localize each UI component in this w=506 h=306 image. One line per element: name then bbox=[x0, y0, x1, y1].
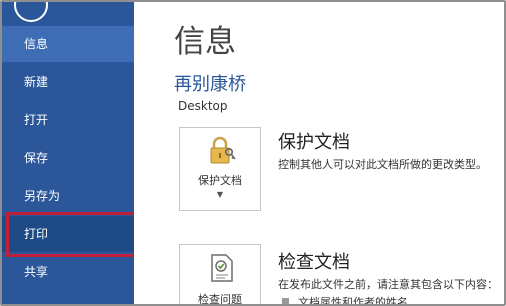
inspect-sub-item: 文档属性和作者的姓名 bbox=[298, 296, 408, 306]
document-name: 再别康桥 bbox=[174, 74, 246, 95]
caret-down-icon: ▼ bbox=[216, 190, 224, 199]
nav-item-label: 信息 bbox=[24, 37, 49, 51]
lock-key-icon bbox=[210, 136, 236, 164]
bullet-marker bbox=[282, 298, 289, 304]
nav-item-info[interactable]: 信息 bbox=[2, 26, 134, 62]
protect-document-button[interactable]: 保护文档 ▼ bbox=[179, 127, 261, 211]
back-arrow-icon[interactable] bbox=[14, 2, 48, 22]
inspect-document-icon bbox=[211, 254, 233, 282]
nav-item-label: 保存 bbox=[24, 151, 49, 165]
word-backstage-window: 信息 新建 打开 保存 另存为 打印 共享 信息 再别康桥 Desktop 保护… bbox=[0, 0, 506, 306]
nav-item-open[interactable]: 打开 bbox=[2, 102, 134, 138]
inspect-section-title: 检查文档 bbox=[278, 252, 350, 273]
backstage-main-pane: 信息 再别康桥 Desktop 保护文档 ▼ 保护文档 控制其他人可以对此文档所… bbox=[134, 2, 504, 306]
inspect-section-description: 在发布此文件之前，请注意其包含以下内容： bbox=[278, 278, 498, 291]
nav-item-new[interactable]: 新建 bbox=[2, 64, 134, 100]
nav-item-label: 打开 bbox=[24, 113, 49, 127]
nav-item-save[interactable]: 保存 bbox=[2, 140, 134, 176]
backstage-sidebar: 信息 新建 打开 保存 另存为 打印 共享 bbox=[2, 2, 134, 304]
inspect-card-label: 检查问题 bbox=[198, 293, 242, 306]
nav-item-label: 新建 bbox=[24, 75, 49, 89]
protect-section-title: 保护文档 bbox=[278, 132, 350, 153]
protect-card-label: 保护文档 bbox=[198, 174, 242, 187]
nav-item-share[interactable]: 共享 bbox=[2, 254, 134, 290]
inspect-document-button[interactable]: 检查问题 bbox=[179, 244, 261, 306]
protect-section-description: 控制其他人可以对此文档所做的更改类型。 bbox=[278, 158, 487, 171]
document-path[interactable]: Desktop bbox=[178, 99, 228, 113]
nav-item-label: 共享 bbox=[24, 265, 49, 279]
nav-item-label: 另存为 bbox=[24, 189, 61, 203]
print-highlight-box bbox=[6, 212, 138, 257]
page-title: 信息 bbox=[174, 24, 236, 60]
nav-item-save-as[interactable]: 另存为 bbox=[2, 178, 134, 214]
